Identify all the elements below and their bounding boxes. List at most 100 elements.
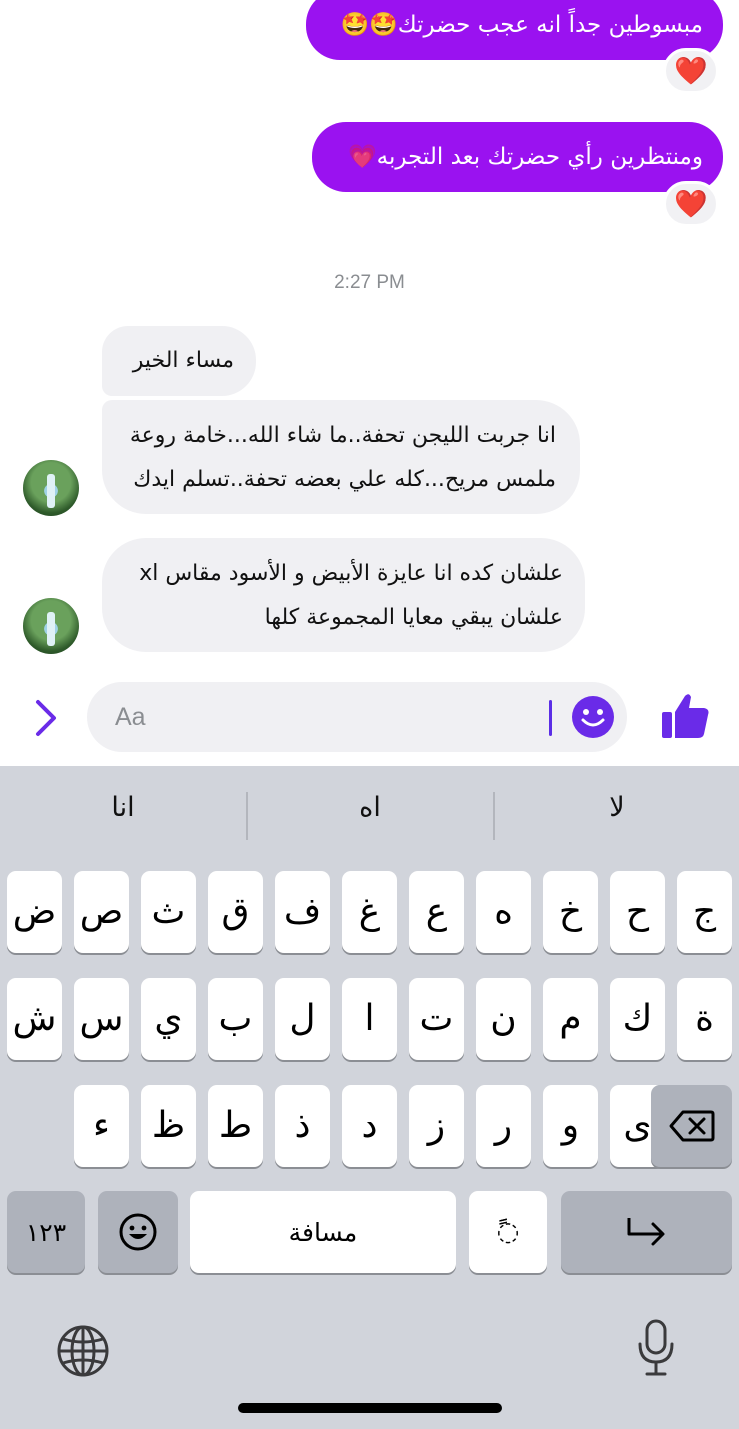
letter-key[interactable]: ي: [141, 978, 196, 1060]
heart-icon: ❤️: [674, 188, 708, 220]
letter-key-label: ر: [494, 1105, 513, 1146]
letter-key[interactable]: ط: [208, 1085, 263, 1167]
message-input[interactable]: [115, 694, 535, 740]
message-line: مساء الخير: [132, 348, 234, 373]
text-cursor: [549, 700, 552, 736]
incoming-message[interactable]: مساء الخير: [102, 326, 256, 396]
message-line: ملمس مريح...كله علي بعضه تحفة..تسلم ايدك: [133, 467, 556, 492]
outgoing-message[interactable]: ومنتظرين رأي حضرتك بعد التجربه💗: [312, 122, 723, 192]
letter-key-label: ة: [695, 998, 714, 1039]
letter-key-label: ط: [218, 1105, 253, 1146]
letter-key[interactable]: ج: [677, 871, 732, 953]
message-line: انا جربت الليجن تحفة..ما شاء الله...خامة…: [129, 423, 556, 448]
message-line: علشان يبقي معايا المجموعة كلها: [264, 605, 563, 630]
letter-key-label: ج: [692, 891, 717, 932]
emoji-key[interactable]: [98, 1191, 178, 1273]
letter-key[interactable]: ن: [476, 978, 531, 1060]
letter-key-label: س: [79, 998, 124, 1039]
letter-key-label: ه: [494, 891, 513, 932]
letter-key-label: غ: [358, 891, 381, 932]
incoming-message[interactable]: انا جربت الليجن تحفة..ما شاء الله...خامة…: [102, 400, 580, 514]
letter-key-label: ي: [154, 998, 183, 1039]
globe-icon[interactable]: [56, 1324, 110, 1378]
message-composer: [0, 668, 739, 766]
message-timestamp: 2:27 PM: [334, 272, 405, 293]
letter-key-label: ء: [93, 1105, 110, 1146]
microphone-icon[interactable]: [636, 1318, 676, 1378]
letter-key[interactable]: ك: [610, 978, 665, 1060]
letter-key[interactable]: غ: [342, 871, 397, 953]
letter-key-label: ك: [622, 998, 653, 1039]
delete-key[interactable]: [651, 1085, 732, 1167]
heart-reaction[interactable]: ❤️: [663, 181, 719, 227]
letter-key-label: و: [561, 1105, 580, 1146]
letter-key[interactable]: ه: [476, 871, 531, 953]
letter-key[interactable]: د: [342, 1085, 397, 1167]
return-key[interactable]: [561, 1191, 732, 1273]
letter-key-label: ض: [12, 891, 57, 932]
letter-key[interactable]: ق: [208, 871, 263, 953]
letter-key[interactable]: ح: [610, 871, 665, 953]
numbers-key[interactable]: ١٢٣: [7, 1191, 85, 1273]
letter-key-label: ا: [364, 998, 375, 1039]
space-key[interactable]: مسافة: [190, 1191, 456, 1273]
letter-key[interactable]: ص: [74, 871, 129, 953]
letter-key-label: ظ: [151, 1105, 186, 1146]
heart-reaction[interactable]: ❤️: [663, 48, 719, 94]
letter-key-label: ت: [419, 998, 454, 1039]
message-text: ومنتظرين رأي حضرتك بعد التجربه💗: [348, 144, 703, 170]
letter-key[interactable]: ض: [7, 871, 62, 953]
suggestion-item[interactable]: انا: [0, 792, 246, 823]
letter-key-label: ق: [221, 891, 250, 932]
message-input-container[interactable]: [87, 682, 627, 752]
contact-avatar[interactable]: [23, 460, 79, 516]
contact-avatar[interactable]: [23, 598, 79, 654]
numbers-key-label: ١٢٣: [25, 1217, 67, 1247]
incoming-message[interactable]: علشان كده انا عايزة الأبيض و الأسود مقاس…: [102, 538, 585, 652]
letter-key[interactable]: ف: [275, 871, 330, 953]
letter-key-label: ن: [490, 998, 517, 1039]
letter-key[interactable]: خ: [543, 871, 598, 953]
letter-key[interactable]: ا: [342, 978, 397, 1060]
letter-key[interactable]: ع: [409, 871, 464, 953]
letter-key-label: ث: [151, 891, 186, 932]
letter-key[interactable]: س: [74, 978, 129, 1060]
letter-key[interactable]: ة: [677, 978, 732, 1060]
space-key-label: مسافة: [288, 1217, 358, 1247]
heart-icon: ❤️: [674, 55, 708, 87]
letter-key-label: ب: [218, 998, 253, 1039]
letter-key[interactable]: ر: [476, 1085, 531, 1167]
diacritic-key[interactable]: ًً◌: [469, 1191, 547, 1273]
return-arrow-icon: [627, 1218, 664, 1246]
chat-thread[interactable]: مبسوطين جداً انه عجب حضرتك🤩🤩 ❤️ ومنتظرين…: [0, 0, 739, 668]
letter-key[interactable]: ت: [409, 978, 464, 1060]
letter-key[interactable]: م: [543, 978, 598, 1060]
letter-key-label: خ: [558, 891, 583, 932]
outgoing-message[interactable]: مبسوطين جداً انه عجب حضرتك🤩🤩: [306, 0, 723, 60]
letter-key[interactable]: ز: [409, 1085, 464, 1167]
letter-key-label: ص: [79, 891, 124, 932]
letter-key-label: ل: [289, 998, 316, 1039]
letter-key[interactable]: و: [543, 1085, 598, 1167]
message-text: مبسوطين جداً انه عجب حضرتك🤩🤩: [340, 12, 703, 38]
smiley-icon[interactable]: [571, 695, 615, 739]
letter-key[interactable]: ذ: [275, 1085, 330, 1167]
letter-key-label: ى: [623, 1105, 652, 1146]
letter-key[interactable]: ل: [275, 978, 330, 1060]
thumbs-up-icon[interactable]: [660, 692, 710, 740]
letter-key-label: ش: [12, 998, 57, 1039]
chevron-right-icon[interactable]: [30, 698, 62, 738]
letter-key-label: ز: [427, 1105, 446, 1146]
home-indicator: [238, 1403, 502, 1413]
letter-key-label: ح: [625, 891, 650, 932]
suggestion-item[interactable]: اه: [247, 792, 493, 823]
letter-key[interactable]: ش: [7, 978, 62, 1060]
suggestion-item[interactable]: لا: [494, 792, 739, 823]
letter-key[interactable]: ب: [208, 978, 263, 1060]
letter-key-label: م: [559, 998, 582, 1039]
letter-key[interactable]: ث: [141, 871, 196, 953]
message-line: علشان كده انا عايزة الأبيض و الأسود مقاس…: [139, 561, 563, 586]
delete-icon: [669, 1110, 714, 1142]
letter-key[interactable]: ظ: [141, 1085, 196, 1167]
letter-key[interactable]: ء: [74, 1085, 129, 1167]
